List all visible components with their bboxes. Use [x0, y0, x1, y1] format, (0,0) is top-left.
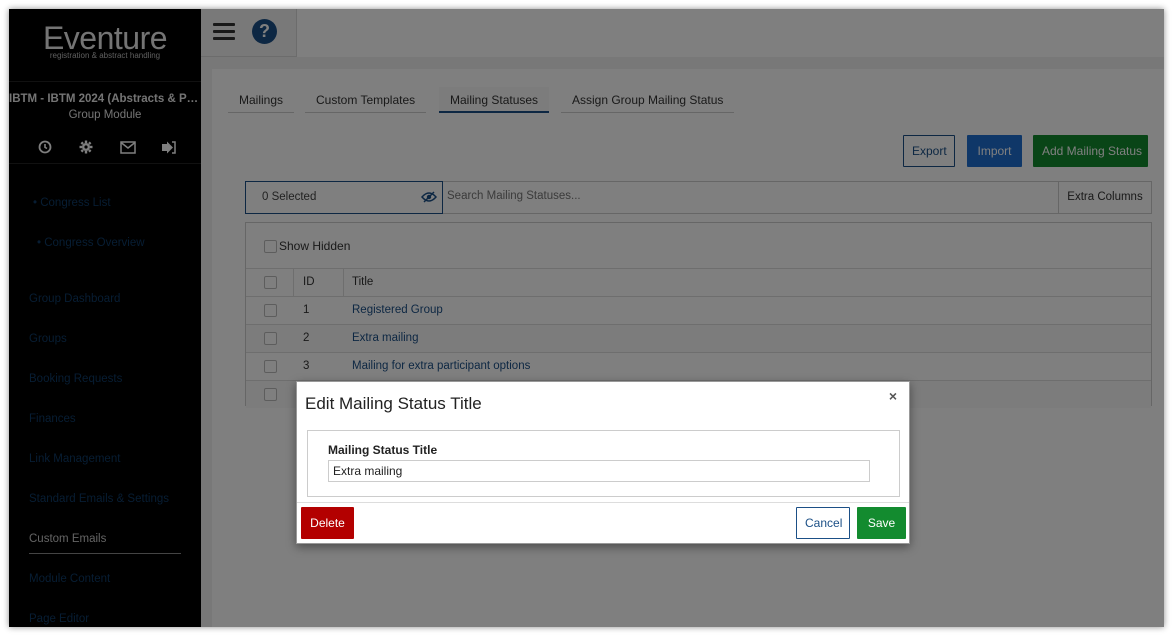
dialog-title: Edit Mailing Status Title [305, 394, 482, 413]
app-window: Eventure registration & abstract handlin… [9, 9, 1164, 627]
edit-mailing-status-dialog: Edit Mailing Status Title × Mailing Stat… [296, 381, 910, 544]
dialog-form: Mailing Status Title [307, 430, 900, 497]
dialog-footer-divider [297, 502, 909, 503]
delete-button[interactable]: Delete [301, 507, 354, 539]
save-button[interactable]: Save [857, 507, 906, 539]
mailing-status-title-input[interactable] [328, 460, 870, 482]
mailing-status-title-label: Mailing Status Title [328, 443, 438, 457]
close-icon[interactable]: × [889, 388, 897, 404]
cancel-button[interactable]: Cancel [796, 507, 850, 539]
